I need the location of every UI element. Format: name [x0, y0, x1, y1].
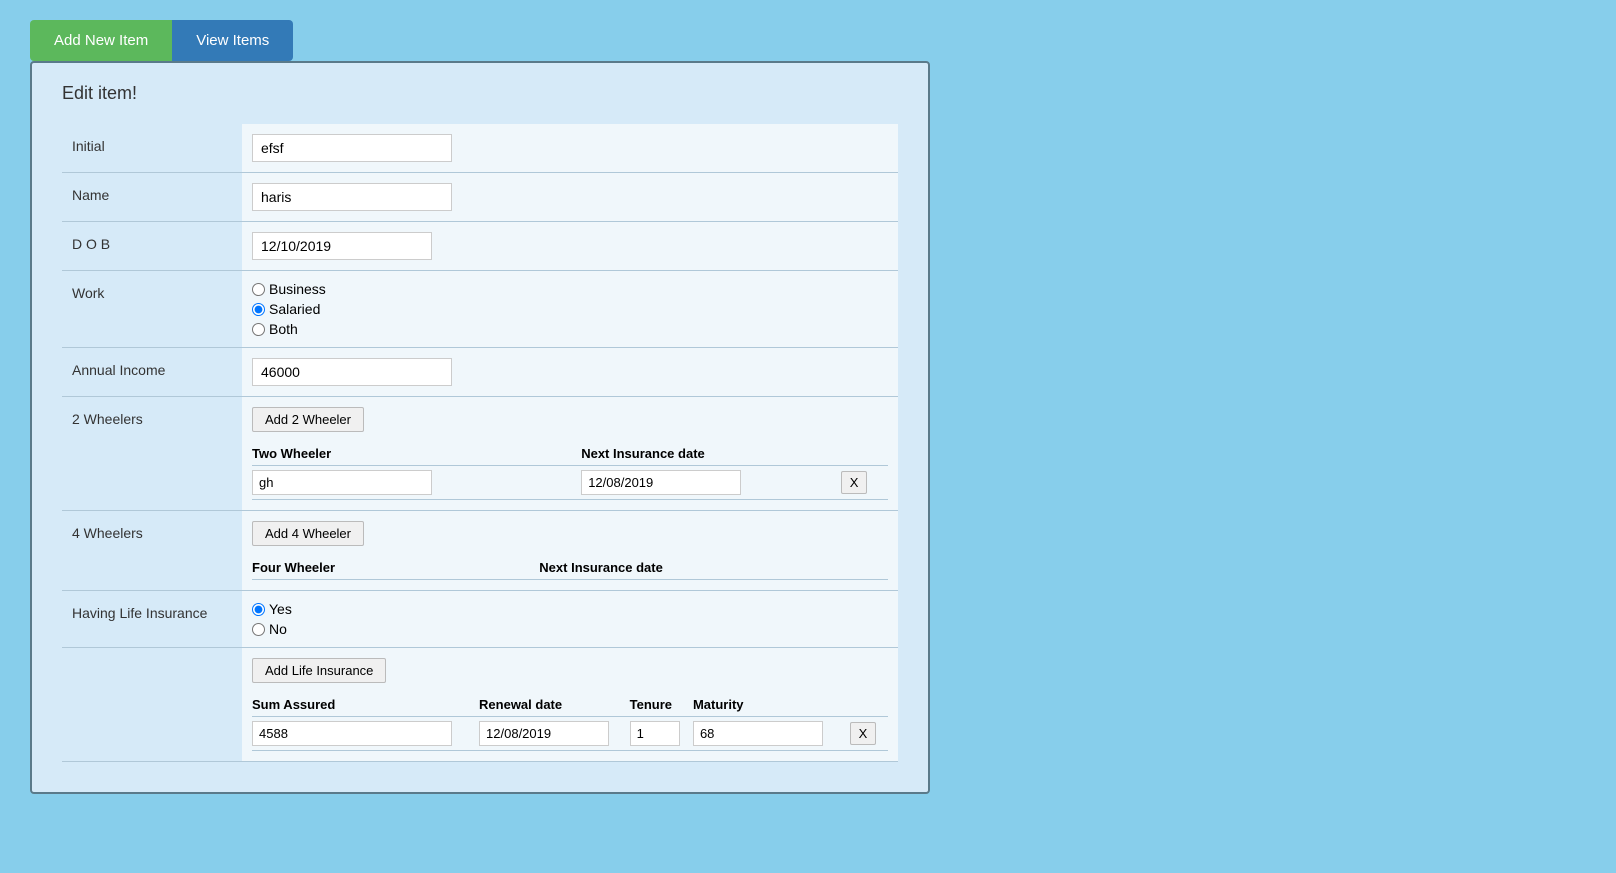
life-renewal-input[interactable] — [479, 721, 609, 746]
work-label: Work — [62, 271, 242, 348]
four-wheeler-col1-header: Four Wheeler — [252, 556, 419, 580]
initial-label: Initial — [62, 124, 242, 173]
work-business-label: Business — [269, 281, 326, 297]
annual-income-row: Annual Income — [62, 348, 898, 397]
four-wheelers-table: Four Wheeler Next Insurance date — [252, 556, 888, 580]
add-life-insurance-button[interactable]: Add Life Insurance — [252, 658, 386, 683]
name-row: Name — [62, 173, 898, 222]
life-action-header — [844, 693, 888, 717]
life-insurance-no-radio[interactable] — [252, 623, 265, 636]
four-wheelers-label: 4 Wheelers — [62, 511, 242, 591]
annual-income-label: Annual Income — [62, 348, 242, 397]
dob-row: D O B — [62, 222, 898, 271]
life-insurance-no-option[interactable]: No — [252, 621, 888, 637]
two-wheeler-date-input[interactable] — [581, 470, 741, 495]
life-tenure-cell — [630, 717, 693, 751]
two-wheeler-remove-cell: X — [831, 466, 888, 500]
life-maturity-input[interactable] — [693, 721, 823, 746]
work-option-salaried[interactable]: Salaried — [252, 301, 888, 317]
initial-row: Initial — [62, 124, 898, 173]
two-wheelers-row: 2 Wheelers Add 2 Wheeler Two Wheeler Nex… — [62, 397, 898, 511]
life-insurance-label: Having Life Insurance — [62, 591, 242, 648]
form-title: Edit item! — [62, 83, 898, 104]
work-input-cell: Business Salaried Both — [242, 271, 898, 348]
life-renewal-cell — [479, 717, 630, 751]
two-wheeler-action-header — [831, 442, 888, 466]
two-wheeler-name-input[interactable] — [252, 470, 432, 495]
four-wheeler-header-row: Four Wheeler Next Insurance date — [252, 556, 888, 580]
life-insurance-details-label — [62, 648, 242, 762]
initial-input-cell — [242, 124, 898, 173]
work-radio-salaried[interactable] — [252, 303, 265, 316]
work-salaried-label: Salaried — [269, 301, 320, 317]
two-wheeler-remove-button[interactable]: X — [841, 471, 868, 494]
work-radio-group: Business Salaried Both — [252, 281, 888, 337]
life-insurance-input-cell: Yes No — [242, 591, 898, 648]
life-insurance-table: Sum Assured Renewal date Tenure Maturity — [252, 693, 888, 751]
life-tenure-input[interactable] — [630, 721, 680, 746]
name-label: Name — [62, 173, 242, 222]
annual-income-input[interactable] — [252, 358, 452, 386]
form-table: Initial Name D O B Work — [62, 124, 898, 762]
add-new-item-button[interactable]: Add New Item — [30, 20, 172, 61]
view-items-button[interactable]: View Items — [172, 20, 293, 61]
add-4wheeler-button[interactable]: Add 4 Wheeler — [252, 521, 364, 546]
work-radio-business[interactable] — [252, 283, 265, 296]
life-maturity-cell — [693, 717, 844, 751]
life-insurance-radio-group: Yes No — [252, 601, 888, 637]
edit-item-form: Edit item! Initial Name D O B Work — [30, 61, 930, 794]
two-wheelers-table: Two Wheeler Next Insurance date X — [252, 442, 888, 500]
life-insurance-row: Having Life Insurance Yes No — [62, 591, 898, 648]
life-renewal-header: Renewal date — [479, 693, 630, 717]
add-2wheeler-button[interactable]: Add 2 Wheeler — [252, 407, 364, 432]
two-wheeler-header-row: Two Wheeler Next Insurance date — [252, 442, 888, 466]
life-remove-cell: X — [844, 717, 888, 751]
work-row: Work Business Salaried Both — [62, 271, 898, 348]
two-wheeler-name-cell — [252, 466, 501, 500]
work-both-label: Both — [269, 321, 298, 337]
life-insurance-yes-radio[interactable] — [252, 603, 265, 616]
two-wheelers-input-cell: Add 2 Wheeler Two Wheeler Next Insurance… — [242, 397, 898, 511]
dob-input-cell — [242, 222, 898, 271]
two-wheelers-label: 2 Wheelers — [62, 397, 242, 511]
life-insurance-no-label: No — [269, 621, 287, 637]
life-sum-header: Sum Assured — [252, 693, 479, 717]
four-wheeler-col2-header: Next Insurance date — [419, 556, 888, 580]
name-input[interactable] — [252, 183, 452, 211]
life-insurance-data-row: X — [252, 717, 888, 751]
two-wheeler-col1-header: Two Wheeler — [252, 442, 501, 466]
initial-input[interactable] — [252, 134, 452, 162]
life-insurance-remove-button[interactable]: X — [850, 722, 877, 745]
life-sum-input[interactable] — [252, 721, 452, 746]
life-tenure-header: Tenure — [630, 693, 693, 717]
life-maturity-header: Maturity — [693, 693, 844, 717]
work-option-business[interactable]: Business — [252, 281, 888, 297]
two-wheeler-data-row: X — [252, 466, 888, 500]
life-insurance-yes-option[interactable]: Yes — [252, 601, 888, 617]
name-input-cell — [242, 173, 898, 222]
life-insurance-yes-label: Yes — [269, 601, 292, 617]
life-insurance-details-cell: Add Life Insurance Sum Assured Renewal d… — [242, 648, 898, 762]
two-wheeler-date-cell — [501, 466, 831, 500]
life-insurance-header-row: Sum Assured Renewal date Tenure Maturity — [252, 693, 888, 717]
four-wheelers-input-cell: Add 4 Wheeler Four Wheeler Next Insuranc… — [242, 511, 898, 591]
dob-input[interactable] — [252, 232, 432, 260]
four-wheelers-row: 4 Wheelers Add 4 Wheeler Four Wheeler Ne… — [62, 511, 898, 591]
work-radio-both[interactable] — [252, 323, 265, 336]
annual-income-input-cell — [242, 348, 898, 397]
life-insurance-details-row: Add Life Insurance Sum Assured Renewal d… — [62, 648, 898, 762]
life-sum-cell — [252, 717, 479, 751]
two-wheeler-col2-header: Next Insurance date — [501, 442, 831, 466]
work-option-both[interactable]: Both — [252, 321, 888, 337]
dob-label: D O B — [62, 222, 242, 271]
